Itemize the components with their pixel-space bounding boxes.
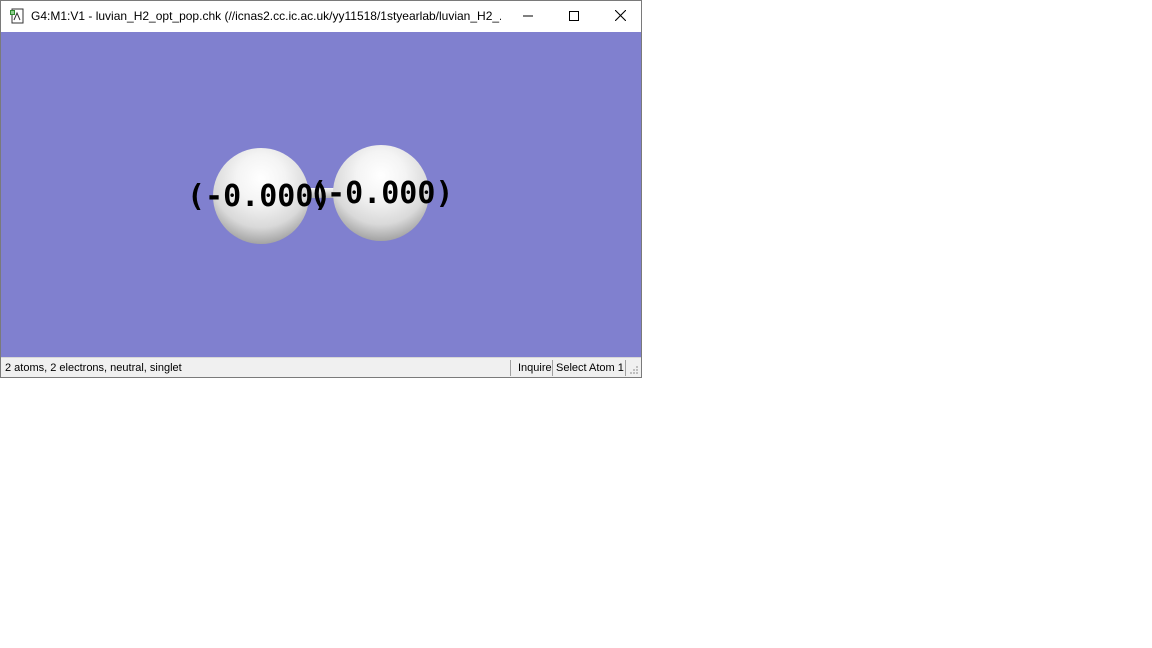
close-icon bbox=[614, 8, 626, 26]
resize-grip-icon[interactable] bbox=[629, 365, 639, 375]
molecule-viewport[interactable]: (-0.000) (-0.000) bbox=[1, 32, 641, 357]
status-divider bbox=[510, 360, 511, 376]
status-bar: 2 atoms, 2 electrons, neutral, singlet I… bbox=[1, 357, 641, 377]
maximize-icon bbox=[569, 8, 579, 26]
minimize-icon bbox=[523, 8, 533, 26]
status-divider bbox=[625, 360, 626, 376]
status-mode: Inquire bbox=[518, 362, 552, 374]
title-bar[interactable]: G4:M1:V1 - luvian_H2_opt_pop.chk (//icna… bbox=[1, 1, 641, 32]
status-action: Select Atom 1 bbox=[556, 362, 624, 374]
atom-2-charge-label: (-0.000) bbox=[309, 176, 454, 211]
minimize-button[interactable] bbox=[505, 1, 551, 32]
window-title: G4:M1:V1 - luvian_H2_opt_pop.chk (//icna… bbox=[31, 9, 501, 23]
close-button[interactable] bbox=[597, 1, 643, 32]
gaussview-document-icon[interactable] bbox=[9, 8, 25, 24]
status-divider bbox=[552, 360, 553, 376]
molecule-summary: 2 atoms, 2 electrons, neutral, singlet bbox=[5, 362, 182, 374]
molecule-view-window: G4:M1:V1 - luvian_H2_opt_pop.chk (//icna… bbox=[0, 0, 642, 378]
maximize-button[interactable] bbox=[551, 1, 597, 32]
